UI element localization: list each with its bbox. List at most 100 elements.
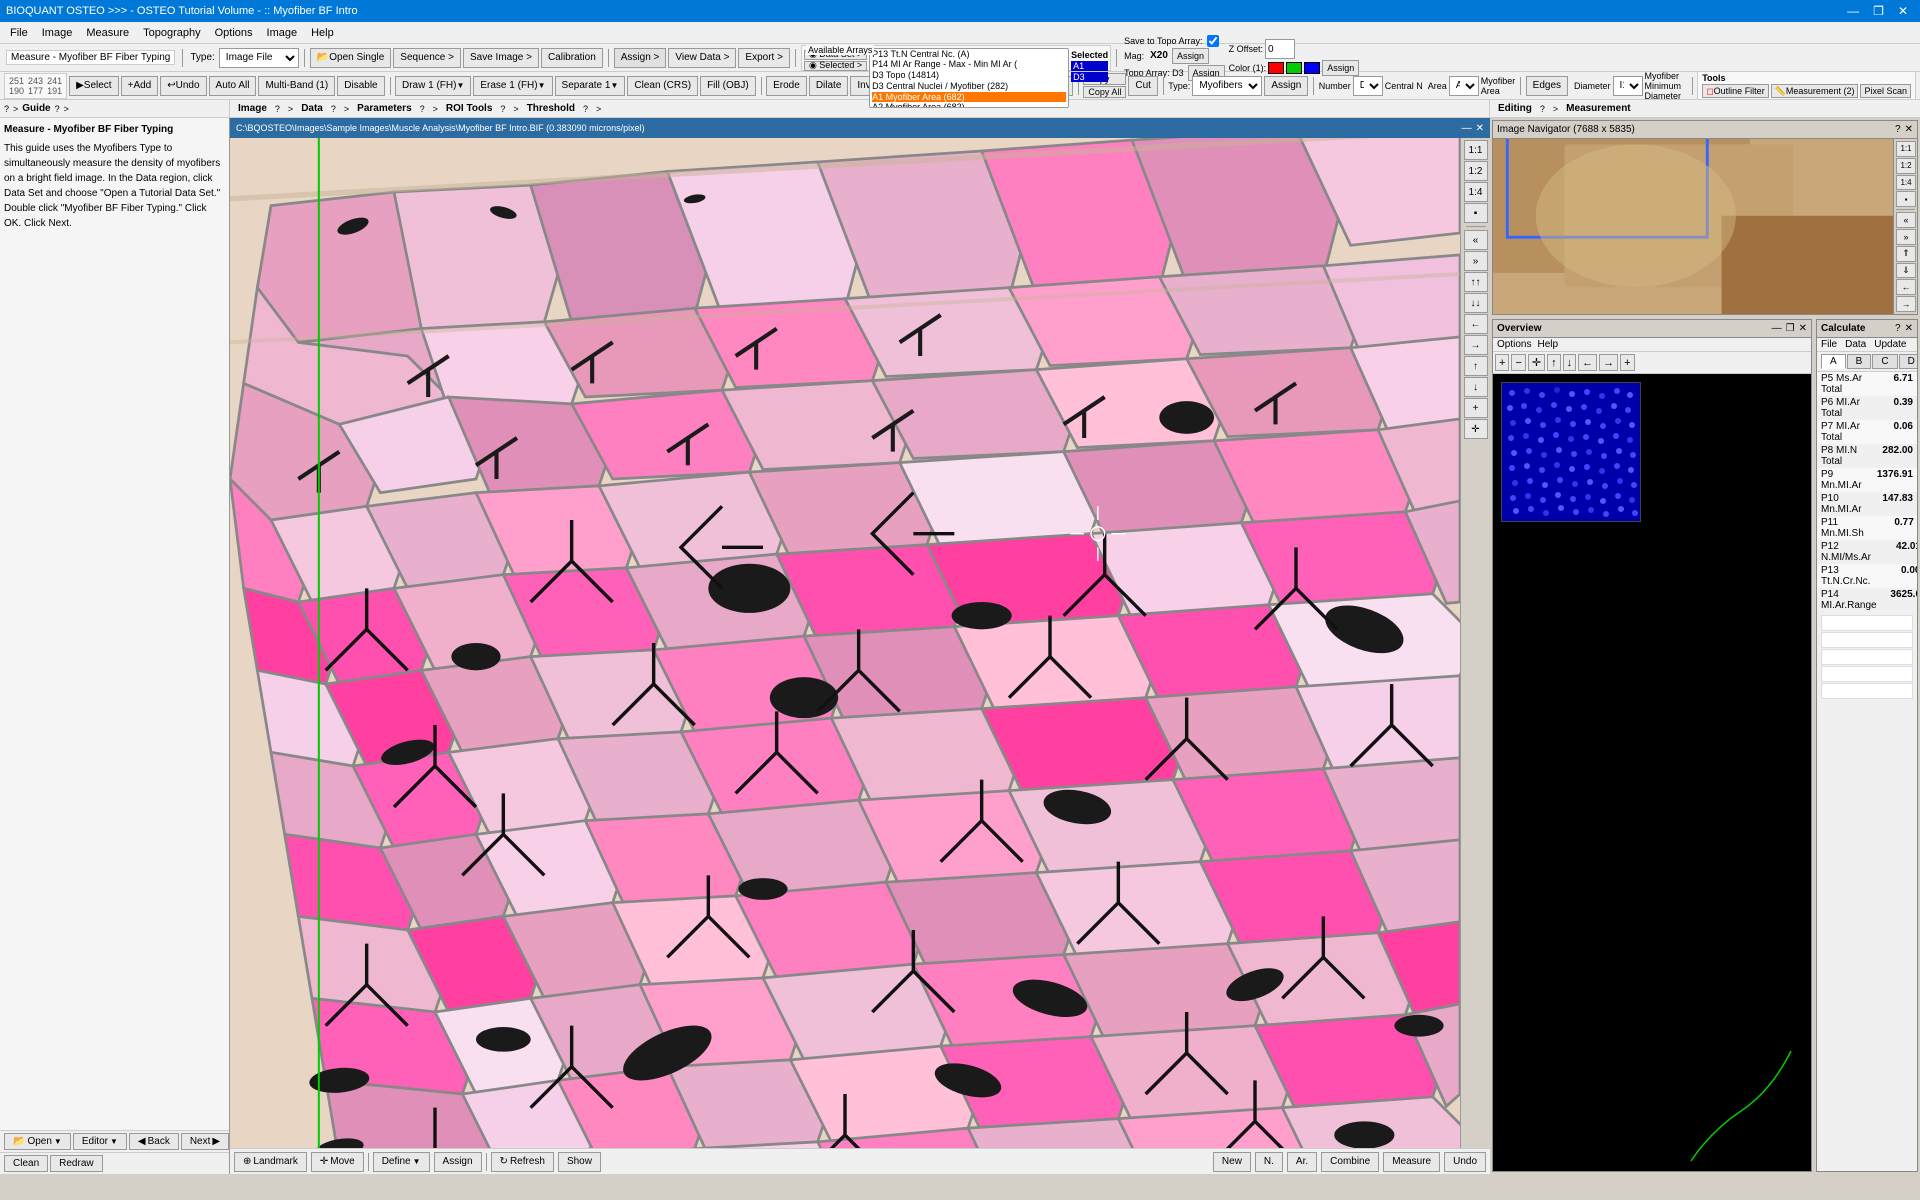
new-btn[interactable]: New [1213,1152,1251,1172]
combine-btn[interactable]: Combine [1321,1152,1379,1172]
nav-<<[interactable]: « [1896,212,1916,228]
calc-tab-a[interactable]: A [1821,354,1846,369]
undo-final-btn[interactable]: Undo [1444,1152,1486,1172]
save-topo-checkbox[interactable] [1207,35,1219,47]
ov-close-btn[interactable]: ✕ [1799,323,1807,334]
vt-1-2-btn[interactable]: 1:2 [1464,161,1488,181]
ov-menu-help[interactable]: Help [1537,339,1558,350]
ov-right-btn[interactable]: → [1599,354,1618,371]
selected-button[interactable]: ◉ Selected > [804,61,867,71]
scale-1-1[interactable]: 1:1 [1896,141,1916,157]
calc-menu-update[interactable]: Update [1874,339,1906,350]
type-select[interactable]: Image File [219,48,299,68]
refresh-btn[interactable]: ↻ Refresh [491,1152,554,1172]
vt-dbl-right-btn[interactable]: » [1464,251,1488,271]
vt-left-btn[interactable]: ← [1464,314,1488,334]
calc-menu-file[interactable]: File [1821,339,1837,350]
calc-question-btn[interactable]: ? [1895,323,1901,334]
menu-topography[interactable]: Topography [137,25,207,41]
scale-1-4[interactable]: 1:4 [1896,175,1916,191]
nav-dn-dn[interactable]: ⇓ [1896,263,1916,279]
vt-down-btn[interactable]: ↓ [1464,377,1488,397]
view-data-button[interactable]: View Data > [668,48,736,68]
select-button[interactable]: ▶ Select [69,76,119,96]
nav-up-up[interactable]: ⇑ [1896,246,1916,262]
nav->>[interactable]: » [1896,229,1916,245]
menu-image2[interactable]: Image [261,25,304,41]
menu-help[interactable]: Help [305,25,340,41]
ov-plus-btn[interactable]: + [1495,354,1509,371]
vt-dbl-up-btn[interactable]: ↑↑ [1464,272,1488,292]
sequence-button[interactable]: Sequence > [393,48,461,68]
draw1-button[interactable]: Draw 1 (FH) ▼ [395,76,471,96]
nav-rect-btn[interactable]: ▪ [1896,191,1916,207]
arrays-list[interactable]: P13 Tt.N Central Nc. (A) P14 MI Ar Range… [869,48,1069,108]
nav-right[interactable]: → [1896,296,1916,312]
ov-menu-options[interactable]: Options [1497,339,1531,350]
landmark-btn[interactable]: ⊕ Landmark [234,1152,307,1172]
vt-plus-btn[interactable]: + [1464,398,1488,418]
n-dot-btn[interactable]: N. [1255,1152,1283,1172]
dilate-button[interactable]: Dilate [809,76,849,96]
assign-color-button[interactable]: Assign [1322,60,1359,76]
image-close-btn[interactable]: ✕ [1476,123,1484,134]
image-minimize-btn[interactable]: — [1462,123,1472,134]
vt-up-btn[interactable]: ↑ [1464,356,1488,376]
export-button[interactable]: Export > [738,48,790,68]
vt-dbl-down-btn[interactable]: ↓↓ [1464,293,1488,313]
nav-close-btn[interactable]: ✕ [1905,124,1913,135]
diameter-select[interactable]: I1 [1613,76,1643,96]
calc-tab-b[interactable]: B [1847,354,1872,369]
clean-crs-button[interactable]: Clean (CRS) [627,76,698,96]
vt-right-btn[interactable]: → [1464,335,1488,355]
ov-restore-btn[interactable]: ❐ [1786,323,1795,334]
calc-close-btn[interactable]: ✕ [1905,323,1913,334]
vt-1-4-btn[interactable]: 1:4 [1464,182,1488,202]
type-myofibers-select[interactable]: Myofibers [1192,76,1262,96]
menu-file[interactable]: File [4,25,34,41]
redraw-btn[interactable]: Redraw [50,1155,102,1172]
z-offset-input[interactable] [1265,39,1295,59]
nav-question-btn[interactable]: ? [1895,124,1901,135]
save-image-button[interactable]: Save Image > [463,48,539,68]
erode-button[interactable]: Erode [766,76,807,96]
open-btn[interactable]: 📂 Open ▼ [4,1133,71,1150]
assign-type-button[interactable]: Assign [1264,76,1308,96]
assign-bottom-btn[interactable]: Assign [434,1152,482,1172]
calc-tab-d[interactable]: D [1899,354,1918,369]
open-single-button[interactable]: 📂 Open Single [310,48,392,68]
calibration-button[interactable]: Calibration [541,48,603,68]
copy-all-button[interactable]: Copy All [1083,86,1126,98]
menu-image[interactable]: Image [36,25,79,41]
menu-measure[interactable]: Measure [80,25,135,41]
calc-tab-c[interactable]: C [1872,354,1897,369]
next-btn[interactable]: Next ▶ [181,1133,229,1150]
vt-rect-btn[interactable]: ▪ [1464,203,1488,223]
ar-dot-btn[interactable]: Ar. [1287,1152,1317,1172]
ov-left-btn[interactable]: ← [1578,354,1597,371]
vt-cross-btn[interactable]: ✛ [1464,419,1488,439]
move-btn[interactable]: ✛ Move [311,1152,364,1172]
pixel-scan-button[interactable]: Pixel Scan [1860,84,1911,98]
menu-options[interactable]: Options [209,25,259,41]
ov-plus2-btn[interactable]: + [1620,354,1634,371]
define-btn[interactable]: Define ▼ [373,1152,430,1172]
calc-menu-data[interactable]: Data [1845,339,1866,350]
ov-minimize-btn[interactable]: — [1772,323,1782,334]
auto-all-button[interactable]: Auto All [209,76,257,96]
disable-button[interactable]: Disable [337,76,384,96]
area-select[interactable]: A2 [1449,76,1479,96]
multi-band-button[interactable]: Multi-Band (1) [258,76,335,96]
back-btn[interactable]: ◀ Back [129,1133,179,1150]
scale-1-2[interactable]: 1:2 [1896,158,1916,174]
undo-button[interactable]: ↩ Undo [160,76,206,96]
measurement-button[interactable]: 📏 Measurement (2) [1771,84,1859,98]
vt-dbl-left-btn[interactable]: « [1464,230,1488,250]
ov-minus-btn[interactable]: − [1511,354,1525,371]
ov-up-btn[interactable]: ↑ [1547,354,1561,371]
close-button[interactable]: ✕ [1892,4,1914,18]
assign-gt-button[interactable]: Assign > [614,48,667,68]
erase1-button[interactable]: Erase 1 (FH) ▼ [473,76,552,96]
restore-button[interactable]: ❐ [1867,4,1890,18]
number-select[interactable]: D3 [1353,76,1383,96]
